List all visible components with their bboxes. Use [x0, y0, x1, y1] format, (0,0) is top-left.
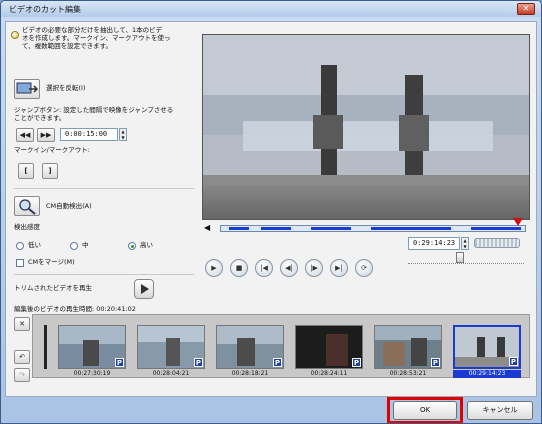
mark-label: マークイン/マークアウト: — [14, 146, 90, 154]
radio-high[interactable] — [128, 242, 136, 250]
volume-icon[interactable]: ◀ — [204, 223, 214, 233]
cut-edit-window: ビデオのカット編集 ✕ ビデオの必要な部分だけを抽出して、1本のビデ オを作成し… — [0, 0, 542, 424]
jump-forward-button[interactable]: ▶▶ — [37, 128, 55, 142]
jump-desc-2: ことができます。 — [14, 114, 66, 122]
strip-divider — [44, 325, 47, 369]
stop-icon[interactable]: ■ — [230, 259, 248, 277]
redo-icon[interactable]: ↷ — [14, 368, 30, 382]
cm-detect-icon[interactable] — [14, 196, 40, 216]
speed-slider[interactable] — [408, 252, 524, 264]
thumbnail-time: 00:28:53:21 — [389, 370, 427, 377]
invert-selection-button[interactable]: 選択を反転(I) — [46, 84, 86, 93]
window-title: ビデオのカット編集 — [9, 5, 81, 14]
thumbnail[interactable]: P — [137, 325, 205, 369]
close-button[interactable]: ✕ — [517, 3, 535, 15]
undo-icon[interactable]: ↶ — [14, 350, 30, 364]
thumbnail-time: 00:28:24:11 — [310, 370, 348, 377]
ok-button[interactable]: OK — [393, 401, 457, 420]
thumbnail[interactable]: P — [216, 325, 284, 369]
p-badge: P — [273, 358, 282, 367]
divider — [14, 188, 194, 189]
duration-label: 編集後のビデオの再生時間: 00:20:41:02 — [14, 305, 136, 313]
radio-high-label: 高い — [140, 241, 153, 249]
thumbnail[interactable]: P — [374, 325, 442, 369]
p-badge: P — [352, 358, 361, 367]
cancel-button[interactable]: キャンセル — [467, 401, 533, 420]
thumbnail-time: 00:28:04:21 — [152, 370, 190, 377]
video-preview — [202, 34, 530, 220]
volume-slider[interactable] — [474, 238, 520, 248]
info-icon — [11, 31, 19, 39]
step-back-icon[interactable]: ◀| — [280, 259, 298, 277]
mark-out-button[interactable]: ] — [42, 163, 58, 179]
cm-detect-button[interactable]: CM自動検出(A) — [46, 202, 92, 211]
play-icon — [141, 284, 149, 294]
radio-medium[interactable] — [70, 242, 78, 250]
cm-merge-label: CMをマージ(M) — [28, 258, 75, 266]
timecode-stepper[interactable]: ▲ ▼ — [461, 237, 469, 250]
divider — [14, 274, 194, 275]
thumbnail-time: 00:27:30:19 — [73, 370, 111, 377]
p-badge: P — [115, 358, 124, 367]
invert-selection-icon[interactable] — [14, 79, 40, 99]
mark-in-button[interactable]: [ — [18, 163, 34, 179]
dialog-body: ビデオの必要な部分だけを抽出して、1本のビデ オを作成します。マークイン、マーク… — [5, 21, 537, 397]
skip-start-icon[interactable]: |◀ — [255, 259, 273, 277]
playhead-marker[interactable] — [513, 218, 523, 226]
jump-back-button[interactable]: ◀◀ — [16, 128, 34, 142]
interval-stepper[interactable]: ▲ ▼ — [119, 128, 127, 141]
p-badge: P — [194, 358, 203, 367]
p-badge: P — [509, 357, 518, 366]
thumbnail-time: 00:28:18:21 — [231, 370, 269, 377]
thumbnail-selected[interactable]: P — [453, 325, 521, 369]
timecode-input[interactable]: 0:29:14:23 — [408, 237, 460, 250]
info-text-3: て、複数範囲を設定できます。 — [22, 42, 113, 50]
play-icon[interactable]: ▶ — [205, 259, 223, 277]
radio-low[interactable] — [16, 242, 24, 250]
title-bar: ビデオのカット編集 ✕ — [1, 1, 541, 17]
delete-icon[interactable]: ✕ — [14, 317, 30, 331]
cm-merge-checkbox[interactable] — [16, 259, 24, 267]
trim-play-label: トリムされたビデオを再生 — [14, 284, 92, 292]
timeline-bar[interactable] — [220, 225, 526, 232]
p-badge: P — [431, 358, 440, 367]
radio-low-label: 低い — [28, 241, 41, 249]
radio-medium-label: 中 — [82, 241, 89, 249]
thumbnail[interactable]: P — [58, 325, 126, 369]
repeat-icon[interactable]: ⟳ — [355, 259, 373, 277]
skip-end-icon[interactable]: ▶| — [330, 259, 348, 277]
trim-play-button[interactable] — [134, 279, 154, 299]
sensitivity-label: 検出感度 — [14, 223, 40, 231]
step-forward-icon[interactable]: |▶ — [305, 259, 323, 277]
thumbnail-time-selected: 00:29:14:23 — [453, 370, 521, 378]
thumbnail[interactable]: P — [295, 325, 363, 369]
jump-interval-input[interactable]: 0:00:15:00 — [60, 128, 118, 141]
